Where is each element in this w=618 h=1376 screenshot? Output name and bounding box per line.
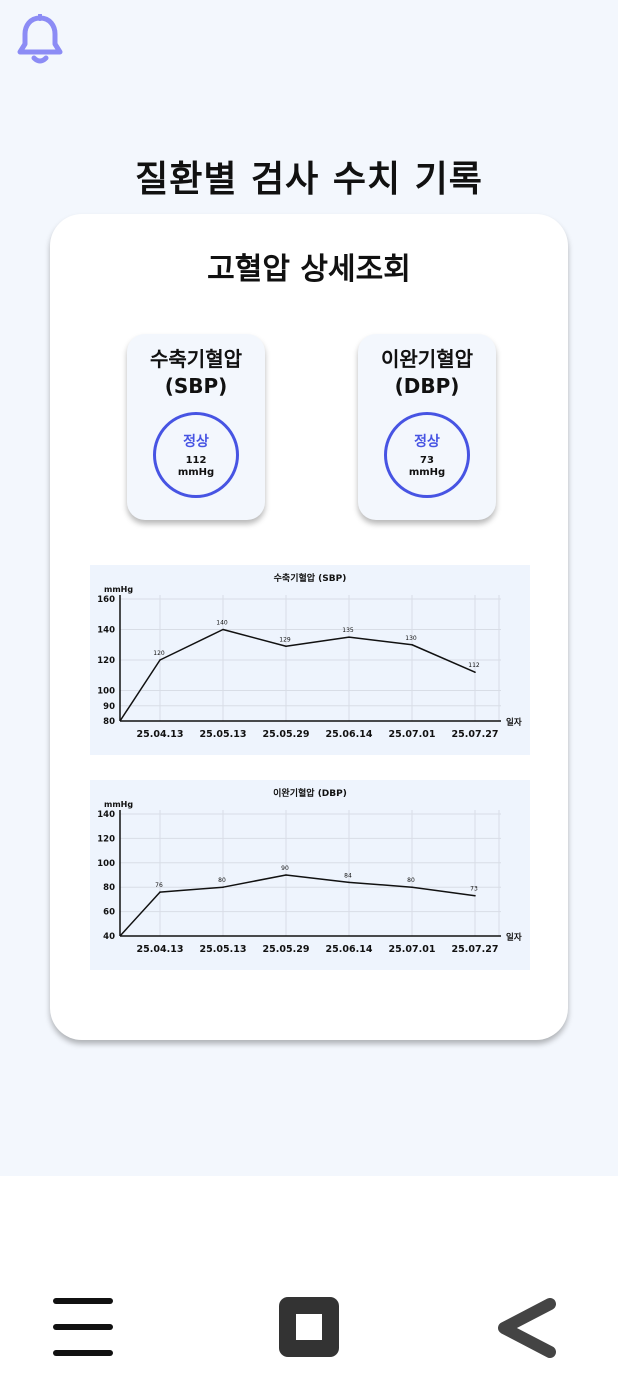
sbp-data-point <box>159 659 161 661</box>
sbp-series-line <box>119 628 476 722</box>
dbp-y-tick-label: 60 <box>103 908 115 918</box>
dbp-metric-card[interactable]: 이완기혈압 (DBP) 정상 73 mmHg <box>358 334 496 520</box>
sbp-x-tick-label: 25.07.01 <box>389 729 436 740</box>
dbp-data-label: 76 <box>155 882 163 889</box>
sbp-data-label: 120 <box>153 650 165 657</box>
dbp-data-point <box>411 886 413 888</box>
sbp-x-tick-label: 25.05.13 <box>200 729 247 740</box>
dbp-series-line <box>119 874 476 937</box>
dbp-chart-svg: 이완기혈압 (DBP) mmHg 40 60 80 100 120 140 25.04.13 25… <box>97 787 522 955</box>
detail-card: 고혈압 상세조회 수축기혈압 (SBP) 정상 112 mmHg 이완기혈압 (… <box>50 214 568 1040</box>
sbp-x-tick-label: 25.04.13 <box>137 729 184 740</box>
dbp-x-tick-label: 25.07.01 <box>389 944 436 955</box>
sbp-data-point <box>474 671 476 673</box>
dbp-x-tick-label: 25.05.29 <box>263 944 310 955</box>
sbp-x-axis-label: 일자 <box>506 717 522 728</box>
dbp-title-line1: 이완기혈압 <box>381 347 473 371</box>
dbp-y-tick-label: 80 <box>103 883 115 893</box>
dbp-status-ring: 정상 73 mmHg <box>384 412 470 498</box>
dbp-unit: mmHg <box>408 467 446 478</box>
sbp-y-tick-label: 80 <box>103 717 115 727</box>
dbp-data-point <box>348 881 350 884</box>
dbp-data-point <box>222 886 224 888</box>
menu-icon[interactable] <box>52 1296 114 1360</box>
dbp-data-label: 84 <box>344 872 352 879</box>
back-chevron-icon[interactable] <box>494 1298 558 1358</box>
dbp-data-label: 80 <box>407 877 415 884</box>
dbp-x-tick-label: 25.07.27 <box>452 944 499 955</box>
dbp-chart: 이완기혈압 (DBP) mmHg 40 60 80 100 120 140 25.04.13 25… <box>90 780 530 970</box>
sbp-metric-card[interactable]: 수축기혈압 (SBP) 정상 112 mmHg <box>127 334 265 520</box>
dbp-y-tick-label: 120 <box>97 834 115 844</box>
dbp-y-unit-label: mmHg <box>104 800 133 809</box>
dbp-title-line2: (DBP) <box>394 374 460 398</box>
dbp-x-tick-label: 25.06.14 <box>326 944 373 955</box>
sbp-data-label: 130 <box>405 635 417 642</box>
home-square-icon[interactable] <box>279 1297 339 1357</box>
dbp-data-point <box>159 891 161 893</box>
dbp-x-axis-label: 일자 <box>506 932 522 943</box>
dbp-data-label: 90 <box>281 865 289 872</box>
dbp-y-tick-label: 140 <box>97 810 115 820</box>
sbp-x-tick-label: 25.07.27 <box>452 729 499 740</box>
sbp-data-point <box>348 636 350 638</box>
sbp-y-tick-label: 160 <box>97 595 115 605</box>
dbp-metric-title: 이완기혈압 (DBP) <box>358 346 496 400</box>
dbp-data-label: 80 <box>218 877 226 884</box>
dbp-y-tick-label: 40 <box>103 932 115 942</box>
sbp-title-line1: 수축기혈압 <box>150 347 242 371</box>
dbp-status: 정상 <box>414 434 440 450</box>
sbp-chart: 수축기혈압 (SBP) mmHg 80 90 100 120 140 160 25.04.13 2… <box>90 565 530 755</box>
dbp-x-tick-label: 25.05.13 <box>200 944 247 955</box>
sbp-data-label: 112 <box>468 662 480 669</box>
sbp-data-point <box>222 628 224 631</box>
dbp-chart-title: 이완기혈압 (DBP) <box>273 787 347 799</box>
sbp-data-label: 135 <box>342 627 354 634</box>
dbp-y-tick-label: 100 <box>97 859 115 869</box>
sbp-x-tick-label: 25.05.29 <box>263 729 310 740</box>
dbp-data-point <box>285 874 287 876</box>
bottom-navigation <box>0 1176 618 1376</box>
sbp-chart-title: 수축기혈압 (SBP) <box>274 572 347 584</box>
sbp-metric-title: 수축기혈압 (SBP) <box>127 346 265 400</box>
sbp-data-label: 140 <box>216 620 228 627</box>
sbp-data-point <box>285 645 287 648</box>
sbp-status-ring: 정상 112 mmHg <box>153 412 239 498</box>
dbp-x-tick-label: 25.04.13 <box>137 944 184 955</box>
dbp-value: 73 <box>420 455 434 466</box>
sbp-y-tick-label: 140 <box>97 626 115 636</box>
sbp-y-tick-label: 100 <box>97 687 115 697</box>
sbp-unit: mmHg <box>177 467 215 478</box>
sbp-status: 정상 <box>183 434 209 450</box>
sbp-y-tick-label: 120 <box>97 656 115 666</box>
sbp-value: 112 <box>185 455 207 466</box>
bell-icon[interactable] <box>16 14 64 66</box>
sbp-data-point <box>411 643 413 646</box>
sbp-data-label: 129 <box>279 636 291 643</box>
dbp-data-label: 73 <box>470 886 478 893</box>
sbp-chart-svg: 수축기혈압 (SBP) mmHg 80 90 100 120 140 160 25.04.13 2… <box>97 572 522 740</box>
sbp-title-line2: (SBP) <box>164 374 228 398</box>
sbp-y-unit-label: mmHg <box>104 585 133 594</box>
dbp-data-point <box>474 894 476 897</box>
sbp-y-tick-label: 90 <box>103 702 115 712</box>
sbp-x-tick-label: 25.06.14 <box>326 729 373 740</box>
page-title: 질환별 검사 수치 기록 <box>135 159 483 200</box>
card-title: 고혈압 상세조회 <box>207 252 411 287</box>
